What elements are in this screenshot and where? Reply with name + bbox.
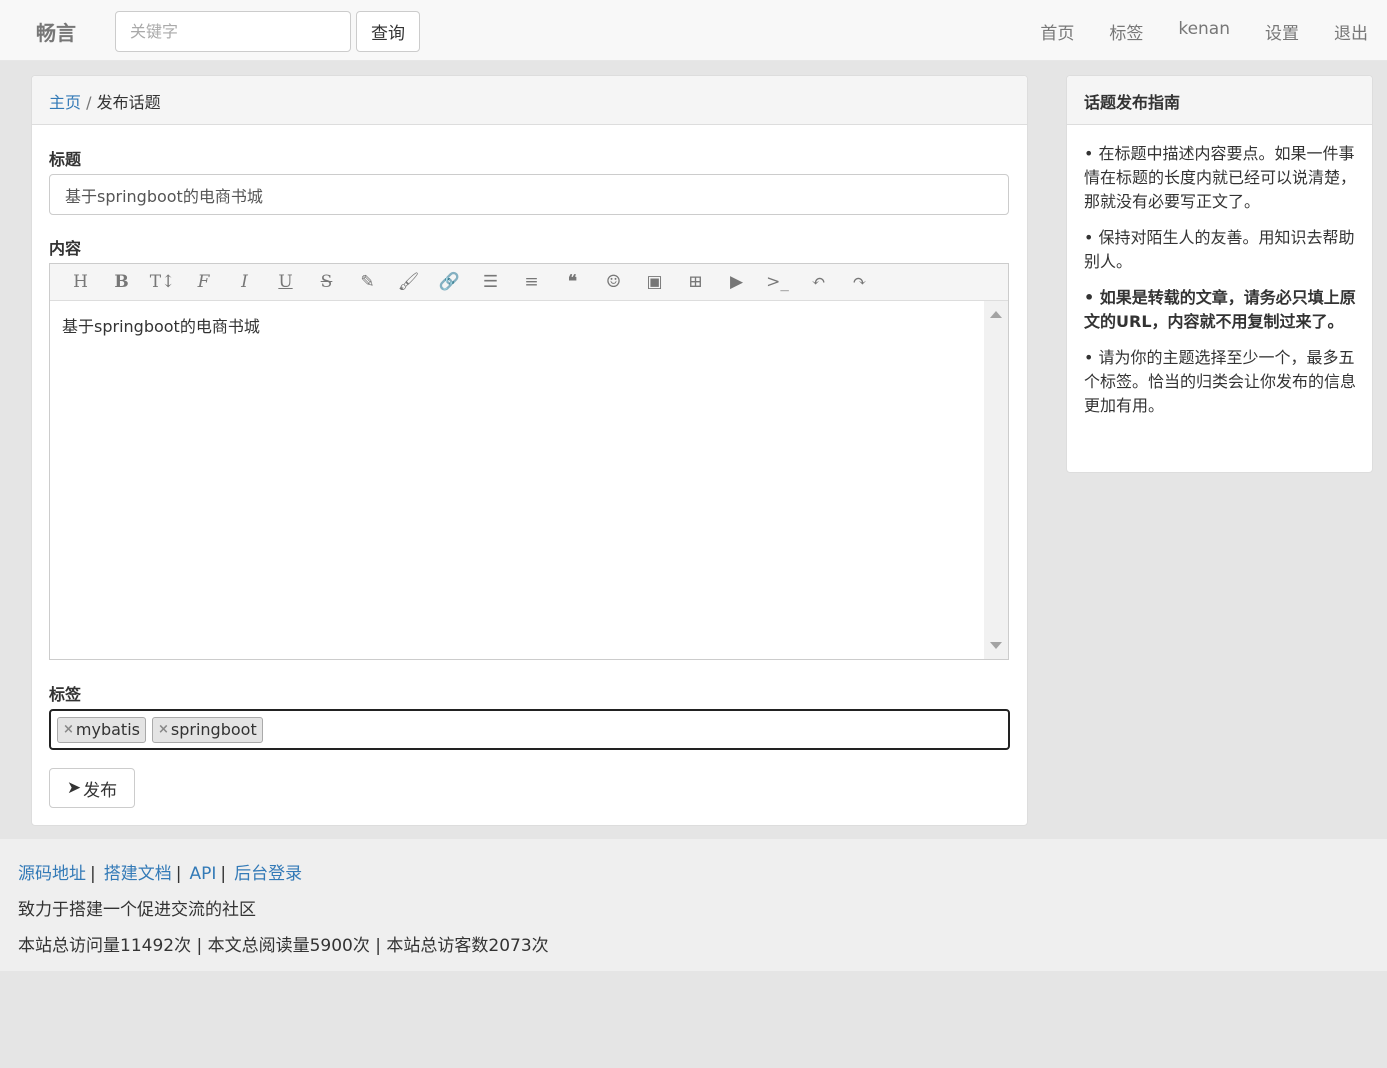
bold-icon[interactable]: B	[101, 264, 142, 301]
breadcrumb: 主页 / 发布话题	[32, 76, 1027, 125]
nav-settings[interactable]: 设置	[1265, 19, 1299, 44]
search-button[interactable]: 查询	[356, 11, 420, 52]
footer-source-link[interactable]: 源码地址	[18, 864, 86, 884]
image-icon[interactable]: ▣	[634, 264, 675, 301]
guide-item: • 如果是转载的文章，请务必只填上原文的URL，内容就不用复制过来了。	[1084, 288, 1356, 331]
guide-item: • 保持对陌生人的友善。用知识去帮助别人。	[1084, 228, 1355, 271]
tags-input[interactable]: × mybatis × springboot	[49, 709, 1010, 750]
scroll-up-icon[interactable]	[990, 311, 1002, 318]
guide-title: 话题发布指南	[1067, 76, 1372, 125]
brand-logo[interactable]: 畅言	[36, 17, 76, 46]
editor-textarea[interactable]: 基于springboot的电商书城	[50, 301, 983, 659]
guide-panel: 话题发布指南 • 在标题中描述内容要点。如果一件事情在标题的长度内就已经可以说清…	[1066, 75, 1373, 473]
brush-icon[interactable]: 🖌	[388, 264, 429, 301]
footer-docs-link[interactable]: 搭建文档	[104, 864, 172, 884]
smile-icon[interactable]: ☺	[593, 264, 634, 301]
editor-scrollbar[interactable]	[984, 301, 1008, 659]
search-input[interactable]	[115, 11, 351, 52]
pencil-icon[interactable]: ✎	[347, 264, 388, 301]
breadcrumb-home[interactable]: 主页	[49, 93, 81, 112]
markdown-editor: H B T↕ F I U S ✎ 🖌 🔗 ☰ ≡ ❝ ☺ ▣ ⊞ ▶ >_ ↶ …	[49, 263, 1009, 660]
publish-panel: 主页 / 发布话题 标题 内容 H B T↕ F I U S ✎ 🖌 🔗 ☰ ≡…	[31, 75, 1028, 826]
nav-user[interactable]: kenan	[1178, 19, 1230, 44]
breadcrumb-current: 发布话题	[96, 93, 161, 112]
footer-stats: 本站总访问量11492次 | 本文总阅读量5900次 | 本站总访客数2073次	[18, 936, 549, 956]
redo-icon[interactable]: ↷	[839, 264, 880, 301]
guide-list: • 在标题中描述内容要点。如果一件事情在标题的长度内就已经可以说清楚，那就没有必…	[1067, 125, 1372, 418]
breadcrumb-separator: /	[86, 93, 92, 112]
table-icon[interactable]: ⊞	[675, 264, 716, 301]
italic-icon[interactable]: I	[224, 264, 265, 301]
heading-icon[interactable]: H	[60, 264, 101, 301]
list-icon[interactable]: ☰	[470, 264, 511, 301]
tags-label: 标签	[49, 685, 82, 704]
nav-tags[interactable]: 标签	[1109, 19, 1143, 44]
publish-button[interactable]: ➤ 发布	[49, 768, 135, 808]
navbar: 畅言 查询 首页 标签 kenan 设置 退出	[0, 0, 1387, 61]
publish-label: 发布	[83, 780, 118, 801]
underline-icon[interactable]: U	[265, 264, 306, 301]
font-icon[interactable]: F	[183, 264, 224, 301]
tag-chip: × springboot	[151, 716, 263, 743]
send-icon: ➤	[66, 778, 82, 798]
link-icon[interactable]: 🔗	[429, 264, 470, 301]
footer-links: 源码地址 | 搭建文档 | API | 后台登录	[18, 864, 303, 884]
undo-icon[interactable]: ↶	[798, 264, 839, 301]
video-icon[interactable]: ▶	[716, 264, 757, 301]
nav-links: 首页 标签 kenan 设置 退出	[1005, 19, 1368, 44]
scroll-down-icon[interactable]	[990, 642, 1002, 649]
title-input[interactable]	[49, 174, 1009, 215]
nav-home[interactable]: 首页	[1040, 19, 1074, 44]
guide-item: • 请为你的主题选择至少一个，最多五个标签。恰当的归类会让你发布的信息更加有用。	[1084, 348, 1357, 415]
nav-logout[interactable]: 退出	[1334, 19, 1368, 44]
footer-slogan: 致力于搭建一个促进交流的社区	[18, 900, 256, 920]
strikethrough-icon[interactable]: S	[306, 264, 347, 301]
title-label: 标题	[49, 150, 82, 169]
quote-icon[interactable]: ❝	[552, 264, 593, 301]
remove-tag-icon[interactable]: ×	[63, 722, 74, 737]
guide-item: • 在标题中描述内容要点。如果一件事情在标题的长度内就已经可以说清楚，那就没有必…	[1084, 144, 1357, 211]
tag-label: springboot	[170, 720, 257, 739]
tag-label: mybatis	[75, 720, 140, 739]
footer-api-link[interactable]: API	[189, 864, 216, 884]
footer: 源码地址 | 搭建文档 | API | 后台登录 致力于搭建一个促进交流的社区 本站总访问量…	[0, 839, 1387, 971]
tag-chip: × mybatis	[57, 716, 146, 743]
text-height-icon[interactable]: T↕	[142, 264, 183, 301]
content-label: 内容	[49, 239, 82, 258]
remove-tag-icon[interactable]: ×	[158, 722, 169, 737]
editor-toolbar: H B T↕ F I U S ✎ 🖌 🔗 ☰ ≡ ❝ ☺ ▣ ⊞ ▶ >_ ↶ …	[50, 264, 1008, 301]
terminal-icon[interactable]: >_	[757, 264, 798, 301]
footer-admin-link[interactable]: 后台登录	[234, 864, 302, 884]
align-left-icon[interactable]: ≡	[511, 264, 552, 301]
